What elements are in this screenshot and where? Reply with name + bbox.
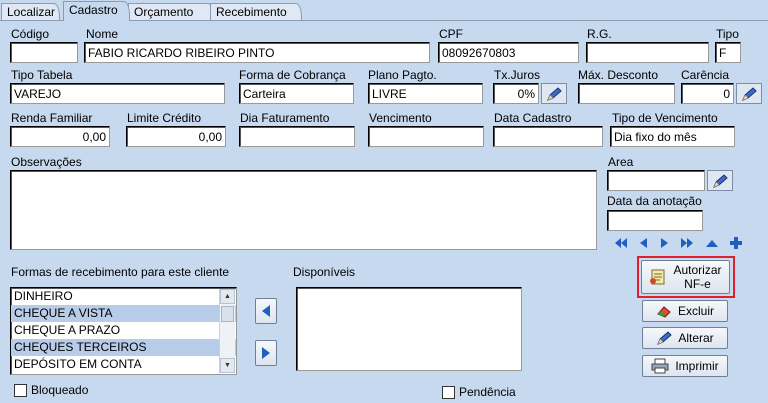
excluir-button[interactable]: Excluir xyxy=(642,300,728,322)
area-edit-button[interactable] xyxy=(707,170,733,191)
tx-juros-edit-button[interactable] xyxy=(541,83,567,104)
tx-juros-field[interactable]: 0% xyxy=(493,83,539,104)
codigo-field[interactable] xyxy=(10,42,78,63)
pendencia-label: Pendência xyxy=(459,385,516,399)
arrow-left-icon xyxy=(262,305,270,317)
vencimento-field[interactable] xyxy=(368,126,484,147)
up-arrow-icon[interactable] xyxy=(704,236,720,250)
renda-familiar-label: Renda Familiar xyxy=(11,111,93,125)
observacoes-label: Observações xyxy=(11,155,82,169)
vencimento-label: Vencimento xyxy=(369,111,432,125)
imprimir-label: Imprimir xyxy=(675,359,719,373)
data-cadastro-label: Data Cadastro xyxy=(494,111,572,125)
scroll-up-icon[interactable]: ▲ xyxy=(220,289,235,304)
alterar-button[interactable]: Alterar xyxy=(642,327,728,349)
tab-bar: Localizar Orçamento Recebimento Cadastro xyxy=(0,0,768,21)
cpf-label: CPF xyxy=(439,27,463,41)
tipo-tabela-field[interactable]: VAREJO xyxy=(10,83,225,104)
move-left-button[interactable] xyxy=(255,298,277,324)
tab-localizar[interactable]: Localizar xyxy=(1,3,60,21)
first-record-icon[interactable] xyxy=(613,236,629,250)
limite-credito-label: Limite Crédito xyxy=(127,111,202,125)
limite-credito-field[interactable]: 0,00 xyxy=(126,126,226,147)
printer-icon xyxy=(651,358,669,374)
disponiveis-list[interactable] xyxy=(296,287,522,371)
scroll-down-icon[interactable]: ▼ xyxy=(220,358,235,373)
rg-field[interactable] xyxy=(586,42,709,63)
tab-cadastro[interactable]: Cadastro xyxy=(63,1,130,21)
data-anotacao-field[interactable] xyxy=(607,210,703,231)
carencia-edit-button[interactable] xyxy=(736,83,762,104)
tab-label: Orçamento xyxy=(134,5,194,19)
codigo-label: Código xyxy=(11,27,50,41)
pen-icon xyxy=(657,331,673,345)
area-label: Area xyxy=(608,155,634,169)
eraser-icon xyxy=(657,306,671,318)
dia-faturamento-field[interactable] xyxy=(239,126,355,147)
scroll-thumb[interactable] xyxy=(221,306,234,322)
list-item[interactable]: DINHEIRO xyxy=(11,288,236,305)
tab-label: Localizar xyxy=(7,5,56,19)
list-item[interactable]: CHEQUE A PRAZO xyxy=(11,322,236,339)
plano-pagto-field[interactable]: LIVRE xyxy=(368,83,483,104)
tab-recebimento[interactable]: Recebimento xyxy=(210,3,302,21)
formas-recebimento-label: Formas de recebimento para este cliente xyxy=(11,265,230,279)
tab-label: Recebimento xyxy=(216,5,287,19)
list-item[interactable]: CHEQUE A VISTA xyxy=(11,305,236,322)
list-item[interactable]: DEPÓSITO EM CONTA xyxy=(11,356,236,373)
pen-icon xyxy=(742,86,757,101)
add-record-icon[interactable] xyxy=(728,236,744,250)
tipo-label: Tipo xyxy=(716,27,739,41)
bloqueado-label: Bloqueado xyxy=(31,383,89,397)
max-desconto-label: Máx. Desconto xyxy=(578,68,659,82)
nome-label: Nome xyxy=(86,27,119,41)
list-scrollbar[interactable]: ▲ ▼ xyxy=(219,289,235,373)
previous-record-icon[interactable] xyxy=(635,236,651,250)
carencia-label: Carência xyxy=(681,68,730,82)
pen-icon xyxy=(547,86,562,101)
tab-orcamento[interactable]: Orçamento xyxy=(128,3,214,21)
highlight-box xyxy=(637,256,735,298)
data-anotacao-label: Data da anotação xyxy=(607,194,702,208)
tipo-vencimento-label: Tipo de Vencimento xyxy=(612,111,718,125)
plano-pagto-label: Plano Pagto. xyxy=(368,68,437,82)
area-field[interactable] xyxy=(607,170,705,191)
bloqueado-checkbox[interactable] xyxy=(14,384,27,397)
excluir-label: Excluir xyxy=(677,304,714,318)
rg-label: R.G. xyxy=(587,27,612,41)
arrow-right-icon xyxy=(262,347,270,359)
imprimir-button[interactable]: Imprimir xyxy=(642,355,728,377)
data-cadastro-field[interactable] xyxy=(493,126,603,147)
alterar-label: Alterar xyxy=(678,331,714,345)
max-desconto-field[interactable] xyxy=(578,83,675,104)
move-right-button[interactable] xyxy=(255,340,277,366)
observacoes-textarea[interactable] xyxy=(10,170,597,250)
tipo-tabela-label: Tipo Tabela xyxy=(11,68,73,82)
forma-cobranca-label: Forma de Cobrança xyxy=(239,68,346,82)
cpf-field[interactable]: 08092670803 xyxy=(438,42,579,63)
tipo-field[interactable]: F xyxy=(715,42,741,63)
formas-recebimento-list[interactable]: DINHEIRO CHEQUE A VISTA CHEQUE A PRAZO C… xyxy=(10,287,237,375)
next-record-icon[interactable] xyxy=(657,236,673,250)
carencia-field[interactable]: 0 xyxy=(681,83,734,104)
nome-field[interactable]: FABIO RICARDO RIBEIRO PINTO xyxy=(84,42,430,63)
list-item[interactable]: CHEQUES TERCEIROS xyxy=(11,339,236,356)
pendencia-checkbox[interactable] xyxy=(442,386,455,399)
tab-label: Cadastro xyxy=(69,3,118,17)
renda-familiar-field[interactable]: 0,00 xyxy=(10,126,110,147)
tx-juros-label: Tx.Juros xyxy=(494,68,541,82)
disponiveis-label: Disponíveis xyxy=(293,265,356,279)
forma-cobranca-field[interactable]: Carteira xyxy=(239,83,354,104)
pen-icon xyxy=(713,173,728,188)
last-record-icon[interactable] xyxy=(679,236,695,250)
dia-faturamento-label: Dia Faturamento xyxy=(240,111,330,125)
tipo-vencimento-field[interactable]: Dia fixo do mês xyxy=(610,126,735,147)
